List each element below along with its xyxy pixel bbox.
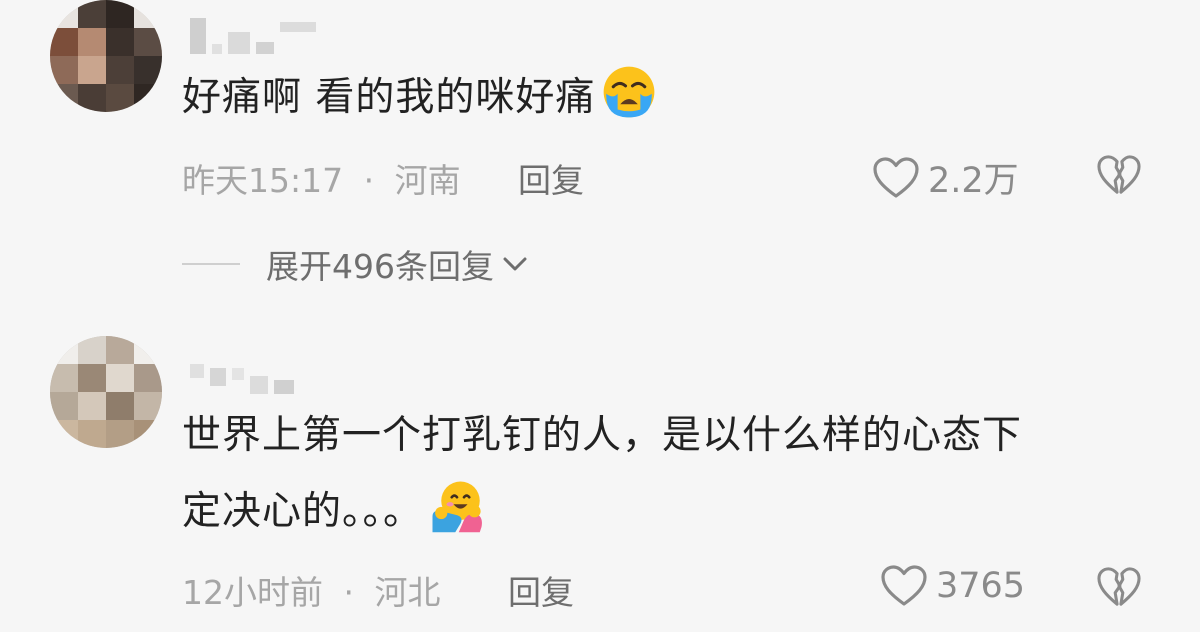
like-count: 3765 <box>936 566 1026 606</box>
comment-text-line-1: 世界上第一个打乳钉的人，是以什么样的心态下 <box>182 413 1023 458</box>
like-button[interactable]: 3765 <box>880 564 1025 608</box>
expand-replies[interactable]: 展开496条回复 <box>182 240 528 288</box>
comment-text: 好痛啊 看的我的咪好痛 <box>182 60 657 136</box>
expand-replies-label: 展开496条回复 <box>266 247 494 286</box>
username-blurred[interactable] <box>190 358 294 394</box>
like-button[interactable]: 2.2万 <box>872 152 1019 203</box>
avatar-mosaic <box>50 336 162 448</box>
heart-icon <box>873 156 919 198</box>
avatar[interactable] <box>50 0 162 112</box>
broken-heart-icon[interactable] <box>1096 566 1142 608</box>
comment-text-line-2: 定决心的。。。 <box>182 489 424 534</box>
avatar-mosaic <box>50 0 162 112</box>
smiling-face-with-open-hands-icon <box>432 481 482 533</box>
comment-location: 河南 <box>394 161 461 200</box>
reply-button[interactable]: 回复 <box>508 566 574 614</box>
comment-text: 世界上第一个打乳钉的人，是以什么样的心态下 定决心的。。。 <box>182 398 1022 550</box>
comment-location: 河北 <box>374 573 441 612</box>
comment-meta: 12小时前 · 河北 <box>182 566 441 614</box>
comment-time: 12小时前 <box>182 573 323 612</box>
comment-text-line-2-row: 定决心的。。。 <box>182 474 1022 550</box>
username-blurred[interactable] <box>190 18 316 54</box>
chevron-down-icon <box>503 257 527 271</box>
broken-heart-icon[interactable] <box>1096 154 1142 196</box>
comment-time: 昨天15:17 <box>182 161 344 200</box>
comment-meta: 昨天15:17 · 河南 <box>182 154 461 202</box>
like-count: 2.2万 <box>928 161 1019 201</box>
avatar[interactable] <box>50 336 162 448</box>
reply-button[interactable]: 回复 <box>518 154 584 202</box>
heart-icon <box>881 565 927 606</box>
loudly-crying-face-icon <box>604 66 655 118</box>
divider-line <box>182 263 240 265</box>
comment-text-content: 好痛啊 看的我的咪好痛 <box>182 75 596 120</box>
meta-separator: · <box>363 161 375 200</box>
meta-separator: · <box>343 573 355 612</box>
